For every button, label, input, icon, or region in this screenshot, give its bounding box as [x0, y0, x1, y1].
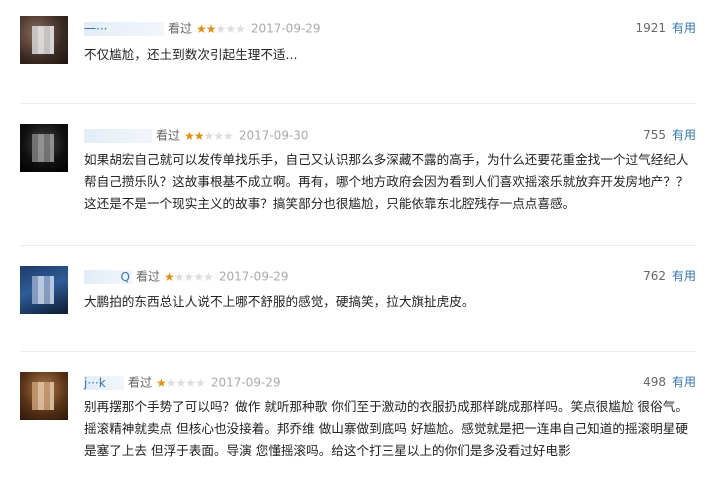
review-date: 2017-09-29: [210, 375, 281, 390]
useful-button[interactable]: 有用: [672, 128, 696, 142]
avatar[interactable]: [20, 16, 68, 64]
review-text: 大鹏拍的东西总让人说不上哪不舒服的感觉，硬搞笑，拉大旗扯虎皮。: [84, 294, 475, 309]
username-link[interactable]: Q: [84, 269, 132, 284]
username-link[interactable]: 一···: [84, 21, 164, 36]
avatar[interactable]: [20, 266, 68, 314]
review-text: 不仅尴尬，还土到数次引起生理不适...: [84, 47, 298, 62]
review-meta: 一··· 看过 ★★★★★ 2017-09-29: [84, 18, 321, 38]
vote-count: 762: [643, 269, 666, 283]
username-link[interactable]: j···k: [84, 375, 124, 390]
vote-box: 755 有用: [643, 125, 696, 145]
star-filled-icon: ★★: [196, 21, 216, 36]
review-text: 别再摆那个手势了可以吗？做作 就听那种歌 你们至于激动的衣服扔成那样跳成那样吗。…: [84, 399, 688, 458]
divider: [20, 351, 696, 352]
useful-button[interactable]: 有用: [672, 375, 696, 389]
star-empty-icon: ★★★★: [165, 375, 206, 390]
avatar[interactable]: [20, 372, 68, 420]
star-filled-icon: ★: [164, 269, 175, 284]
useful-button[interactable]: 有用: [672, 21, 696, 35]
vote-count: 498: [643, 375, 666, 389]
watched-label: 看过: [136, 269, 161, 284]
rating-stars: ★★★★★: [196, 21, 246, 36]
review-meta: Q 看过 ★★★★★ 2017-09-29: [84, 266, 289, 286]
watched-label: 看过: [168, 21, 193, 36]
review-date: 2017-09-29: [250, 21, 321, 36]
review-text: 如果胡宏自己就可以发传单找乐手，自己又认识那么多深藏不露的高手，为什么还要花重金…: [84, 152, 689, 211]
vote-count: 1921: [635, 21, 666, 35]
review-date: 2017-09-30: [238, 128, 309, 143]
review-meta: 看过 ★★★★★ 2017-09-30: [84, 125, 309, 145]
vote-count: 755: [643, 128, 666, 142]
username-link[interactable]: [84, 128, 152, 143]
star-empty-icon: ★★★★: [173, 269, 214, 284]
vote-box: 762 有用: [643, 266, 696, 286]
star-filled-icon: ★: [156, 375, 167, 390]
vote-box: 498 有用: [643, 372, 696, 392]
star-empty-icon: ★★★: [203, 128, 234, 143]
review-meta: j···k 看过 ★★★★★ 2017-09-29: [84, 372, 281, 392]
watched-label: 看过: [128, 375, 153, 390]
rating-stars: ★★★★★: [184, 128, 234, 143]
rating-stars: ★★★★★: [156, 375, 206, 390]
avatar[interactable]: [20, 124, 68, 172]
rating-stars: ★★★★★: [164, 269, 214, 284]
review-date: 2017-09-29: [218, 269, 289, 284]
star-empty-icon: ★★★: [215, 21, 246, 36]
star-filled-icon: ★★: [184, 128, 204, 143]
watched-label: 看过: [156, 128, 181, 143]
useful-button[interactable]: 有用: [672, 269, 696, 283]
divider: [20, 245, 696, 246]
divider: [20, 103, 696, 104]
vote-box: 1921 有用: [635, 18, 696, 38]
